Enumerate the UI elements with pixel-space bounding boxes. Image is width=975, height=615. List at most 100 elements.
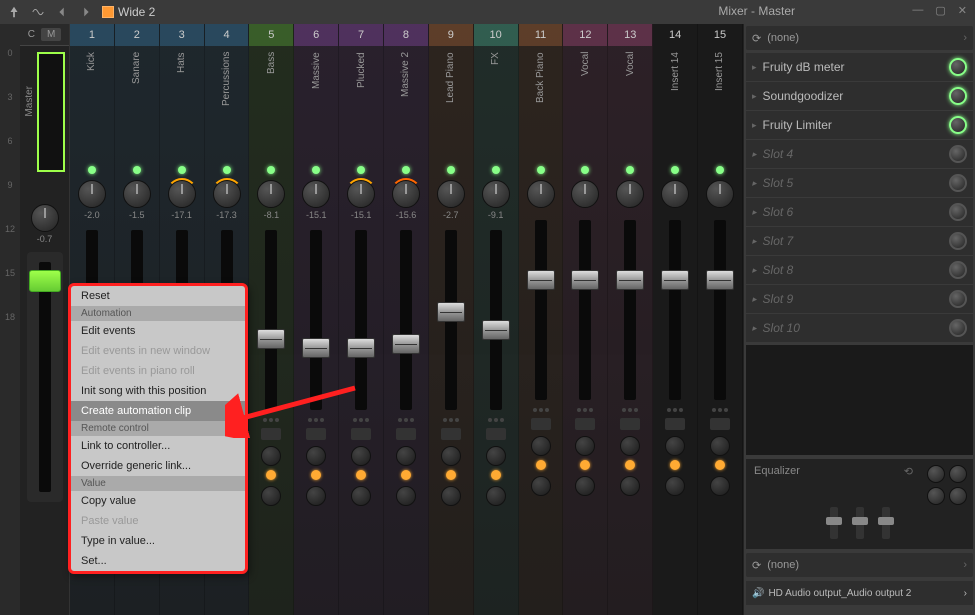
mixer-track[interactable]: 11 Back Piano bbox=[519, 24, 564, 615]
track-number[interactable]: 5 bbox=[249, 24, 293, 46]
send-enable-icon[interactable] bbox=[446, 470, 456, 480]
fader-slot[interactable] bbox=[624, 220, 636, 400]
send-enable-icon[interactable] bbox=[625, 460, 635, 470]
fx-slot[interactable]: ▸Slot 6 bbox=[746, 198, 973, 226]
fader-cap[interactable] bbox=[661, 270, 689, 290]
send-knob[interactable] bbox=[620, 436, 640, 456]
send-enable-icon[interactable] bbox=[536, 460, 546, 470]
fx-slot[interactable]: ▸Slot 4 bbox=[746, 140, 973, 168]
track-number[interactable]: 8 bbox=[384, 24, 428, 46]
post-knob[interactable] bbox=[710, 476, 730, 496]
track-enable-led[interactable] bbox=[312, 166, 320, 174]
send-knob[interactable] bbox=[575, 436, 595, 456]
output-slot-none[interactable]: ⟳ (none) › bbox=[746, 553, 973, 577]
fader-slot[interactable] bbox=[400, 230, 412, 410]
fx-enable-led[interactable] bbox=[949, 116, 967, 134]
track-enable-led[interactable] bbox=[267, 166, 275, 174]
ctx-set[interactable]: Set... bbox=[71, 551, 245, 571]
send-enable-icon[interactable] bbox=[401, 470, 411, 480]
track-enable-led[interactable] bbox=[671, 166, 679, 174]
routing-indicator[interactable] bbox=[308, 418, 324, 422]
eq-knob[interactable] bbox=[927, 487, 945, 505]
send-knob[interactable] bbox=[710, 436, 730, 456]
fx-slot[interactable]: ▸Slot 10 bbox=[746, 314, 973, 342]
track-number[interactable]: 6 bbox=[294, 24, 338, 46]
mute-button[interactable] bbox=[306, 428, 326, 440]
fader-slot[interactable] bbox=[355, 230, 367, 410]
mixer-track[interactable]: 14 Insert 14 bbox=[653, 24, 698, 615]
fader-slot[interactable] bbox=[265, 230, 277, 410]
routing-indicator[interactable] bbox=[443, 418, 459, 422]
mute-button[interactable] bbox=[351, 428, 371, 440]
fx-expand-icon[interactable]: ▸ bbox=[752, 178, 757, 189]
send-knob[interactable] bbox=[486, 446, 506, 466]
send-knob[interactable] bbox=[441, 446, 461, 466]
mute-button[interactable] bbox=[575, 418, 595, 430]
pan-knob[interactable] bbox=[706, 180, 734, 208]
eq-band-handle[interactable] bbox=[856, 507, 864, 539]
track-enable-led[interactable] bbox=[357, 166, 365, 174]
fader-cap[interactable] bbox=[257, 329, 285, 349]
fader-slot[interactable] bbox=[445, 230, 457, 410]
fx-expand-icon[interactable]: ▸ bbox=[752, 294, 757, 305]
mute-button[interactable] bbox=[261, 428, 281, 440]
mixer-track[interactable]: 15 Insert 15 bbox=[698, 24, 743, 615]
routing-indicator[interactable] bbox=[398, 418, 414, 422]
fx-enable-led[interactable] bbox=[949, 319, 967, 337]
fx-enable-led[interactable] bbox=[949, 145, 967, 163]
ctx-init-song[interactable]: Init song with this position bbox=[71, 381, 245, 401]
pan-knob[interactable] bbox=[302, 180, 330, 208]
track-enable-led[interactable] bbox=[492, 166, 500, 174]
track-number[interactable]: 9 bbox=[429, 24, 473, 46]
send-enable-icon[interactable] bbox=[356, 470, 366, 480]
post-knob[interactable] bbox=[306, 486, 326, 506]
fx-enable-led[interactable] bbox=[949, 261, 967, 279]
send-enable-icon[interactable] bbox=[491, 470, 501, 480]
next-preset-icon[interactable] bbox=[78, 4, 94, 20]
arrow-icon[interactable] bbox=[6, 4, 22, 20]
pan-knob[interactable] bbox=[257, 180, 285, 208]
ctx-override-link[interactable]: Override generic link... bbox=[71, 456, 245, 476]
routing-indicator[interactable] bbox=[622, 408, 638, 412]
maximize-button[interactable]: ▢ bbox=[935, 4, 945, 17]
prev-preset-icon[interactable] bbox=[54, 4, 70, 20]
input-slot[interactable]: ⟳ (none) › bbox=[746, 26, 973, 50]
fx-expand-icon[interactable]: ▸ bbox=[752, 91, 757, 102]
ctx-type-value[interactable]: Type in value... bbox=[71, 531, 245, 551]
track-enable-led[interactable] bbox=[88, 166, 96, 174]
fader-slot[interactable] bbox=[310, 230, 322, 410]
send-enable-icon[interactable] bbox=[715, 460, 725, 470]
master-fader[interactable] bbox=[27, 252, 63, 502]
fx-slot[interactable]: ▸Slot 7 bbox=[746, 227, 973, 255]
fx-slot[interactable]: ▸Slot 8 bbox=[746, 256, 973, 284]
wave-icon[interactable] bbox=[30, 4, 46, 20]
fx-slot[interactable]: ▸Fruity dB meter bbox=[746, 53, 973, 81]
post-knob[interactable] bbox=[665, 476, 685, 496]
post-knob[interactable] bbox=[261, 486, 281, 506]
send-enable-icon[interactable] bbox=[311, 470, 321, 480]
fx-expand-icon[interactable]: ▸ bbox=[752, 265, 757, 276]
send-enable-icon[interactable] bbox=[670, 460, 680, 470]
close-button[interactable]: ✕ bbox=[958, 4, 967, 17]
send-knob[interactable] bbox=[306, 446, 326, 466]
fader-cap[interactable] bbox=[571, 270, 599, 290]
track-number[interactable]: 14 bbox=[653, 24, 697, 46]
fader-cap[interactable] bbox=[482, 320, 510, 340]
mute-button[interactable] bbox=[486, 428, 506, 440]
fader-slot[interactable] bbox=[714, 220, 726, 400]
mixer-track[interactable]: 12 Vocal bbox=[563, 24, 608, 615]
eq-band-handle[interactable] bbox=[882, 507, 890, 539]
pan-knob[interactable] bbox=[482, 180, 510, 208]
master-pan-knob[interactable] bbox=[31, 204, 59, 232]
eq-band-handle[interactable] bbox=[830, 507, 838, 539]
fx-slot[interactable]: ▸Slot 9 bbox=[746, 285, 973, 313]
fader-slot[interactable] bbox=[579, 220, 591, 400]
fader-cap[interactable] bbox=[347, 338, 375, 358]
track-enable-led[interactable] bbox=[447, 166, 455, 174]
mute-button[interactable] bbox=[441, 428, 461, 440]
track-enable-led[interactable] bbox=[716, 166, 724, 174]
fx-enable-led[interactable] bbox=[949, 87, 967, 105]
mute-button[interactable] bbox=[710, 418, 730, 430]
fader-cap[interactable] bbox=[437, 302, 465, 322]
routing-indicator[interactable] bbox=[488, 418, 504, 422]
